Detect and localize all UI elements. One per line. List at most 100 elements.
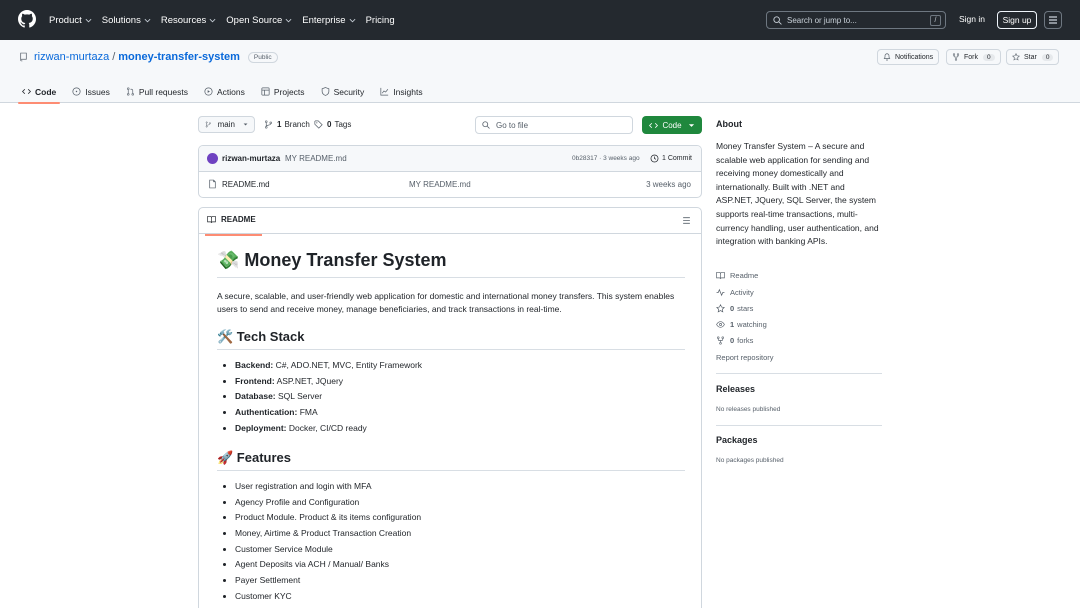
notifications-label: Notifications: [895, 53, 934, 61]
readme-link[interactable]: Readme: [716, 271, 758, 280]
avatar[interactable]: [207, 153, 218, 164]
tag-label: Tags: [334, 120, 352, 129]
search-icon: [773, 15, 782, 25]
nav-resources[interactable]: Resources: [161, 15, 216, 26]
report-repository-link[interactable]: Report repository: [716, 353, 774, 362]
sidebar-divider: [716, 425, 882, 426]
tab-label: Pull requests: [138, 86, 188, 97]
tab-insights[interactable]: Insights: [372, 80, 430, 103]
branches-link[interactable]: 1 Branch: [264, 120, 310, 129]
fork-button[interactable]: Fork 0: [946, 49, 1001, 65]
tab-label: Projects: [273, 86, 305, 97]
readme-tab[interactable]: README: [205, 215, 262, 236]
tab-actions[interactable]: Actions: [196, 80, 253, 103]
fork-icon: [717, 336, 724, 345]
nav-solutions[interactable]: Solutions: [102, 15, 151, 26]
tab-projects[interactable]: Projects: [253, 80, 313, 103]
nav-label: Enterprise: [302, 14, 346, 26]
packages-heading[interactable]: Packages: [716, 435, 758, 445]
nav-pricing[interactable]: Pricing: [366, 15, 395, 26]
readme-panel: README 💸 Money Transfer System A secure,…: [198, 207, 702, 608]
issue-icon: [72, 87, 81, 96]
commit-message-link[interactable]: MY README.md: [285, 154, 347, 163]
history-icon: [650, 154, 659, 163]
branch-name: main: [217, 120, 235, 129]
list-item: Product Module. Product & its items conf…: [235, 510, 421, 526]
readme-link-label: Readme: [730, 271, 759, 280]
go-to-file-input[interactable]: Go to file: [475, 116, 633, 134]
stars-link[interactable]: 0 stars: [716, 304, 753, 313]
forks-count: 0: [730, 336, 735, 345]
list-item: Deployment: Docker, CI/CD ready: [235, 421, 422, 437]
nav-enterprise[interactable]: Enterprise: [302, 15, 355, 26]
branch-label: Branch: [284, 120, 310, 129]
notifications-button[interactable]: Notifications: [877, 49, 940, 65]
stars-count: 0: [730, 304, 735, 313]
tab-label: Security: [333, 86, 365, 97]
eye-icon: [716, 321, 725, 328]
nav-product[interactable]: Product: [49, 15, 92, 26]
list-item: Frontend: ASP.NET, JQuery: [235, 374, 422, 390]
repo-owner-link[interactable]: rizwan-murtaza: [34, 51, 109, 63]
file-browser: rizwan-murtaza MY README.md 0b28317 · 3 …: [198, 145, 702, 198]
watching-count: 1: [730, 320, 735, 329]
tab-issues[interactable]: Issues: [64, 80, 118, 103]
chevron-down-icon: [144, 18, 151, 22]
list-item: Agent Deposits via ACH / Manual/ Banks: [235, 557, 421, 573]
list-item: Customer Service Module: [235, 542, 421, 558]
sign-in-link[interactable]: Sign in: [959, 14, 985, 24]
forks-link[interactable]: 0 forks: [716, 336, 753, 345]
nav-open-source[interactable]: Open Source: [226, 15, 292, 26]
commits-history-link[interactable]: 1 Commit: [650, 154, 692, 163]
code-dropdown-button[interactable]: Code: [642, 116, 702, 134]
sign-up-button[interactable]: Sign up: [997, 11, 1037, 29]
report-label: Report repository: [716, 353, 774, 362]
graph-icon: [380, 87, 389, 96]
releases-heading[interactable]: Releases: [716, 384, 755, 394]
search-input[interactable]: Search or jump to... /: [766, 11, 946, 29]
watching-link[interactable]: 1 watching: [716, 320, 767, 329]
github-logo-icon[interactable]: [18, 10, 36, 28]
list-item: Money, Airtime & Product Transaction Cre…: [235, 526, 421, 542]
fork-icon: [952, 53, 960, 61]
commit-author-link[interactable]: rizwan-murtaza: [222, 154, 280, 163]
star-button[interactable]: Star 0: [1006, 49, 1060, 65]
chevron-down-icon: [209, 18, 216, 22]
tags-link[interactable]: 0 Tags: [314, 120, 351, 129]
star-icon: [716, 304, 725, 313]
nav-label: Resources: [160, 14, 207, 26]
search-placeholder: Search or jump to...: [787, 15, 857, 25]
tab-label: Actions: [216, 86, 245, 97]
code-icon: [649, 122, 659, 128]
header-menu-button[interactable]: [1044, 11, 1062, 29]
repo-name-link[interactable]: money-transfer-system: [118, 51, 240, 63]
tab-pull-requests[interactable]: Pull requests: [118, 80, 196, 103]
fork-count: 0: [983, 53, 995, 61]
tag-count: 0: [327, 120, 332, 129]
tech-key: Database:: [235, 391, 276, 402]
pull-request-icon: [126, 87, 134, 96]
file-row[interactable]: README.md MY README.md 3 weeks ago: [199, 172, 701, 197]
tech-value: ASP.NET, JQuery: [276, 375, 344, 386]
tag-icon: [314, 120, 323, 129]
menu-icon: [1049, 16, 1057, 24]
tech-key: Authentication:: [235, 407, 298, 418]
caret-down-icon: [243, 123, 248, 126]
list-item: Agency Profile and Configuration: [235, 495, 421, 511]
bell-icon: [883, 53, 891, 61]
table-icon: [261, 87, 270, 96]
file-commit-message[interactable]: MY README.md: [409, 180, 471, 189]
branch-select-button[interactable]: main: [198, 116, 255, 133]
activity-link[interactable]: Activity: [716, 288, 754, 297]
repo-header: rizwan-murtaza / money-transfer-system P…: [0, 40, 1080, 104]
tab-code[interactable]: Code: [14, 80, 64, 104]
list-item: Authentication: FMA: [235, 405, 422, 421]
branch-count: 1: [277, 120, 282, 129]
tab-security[interactable]: Security: [313, 80, 373, 103]
file-name-link[interactable]: README.md: [222, 180, 270, 189]
chevron-down-icon: [349, 18, 355, 22]
code-button-label: Code: [662, 120, 682, 130]
commit-sha-time[interactable]: 0b28317 · 3 weeks ago: [572, 155, 640, 162]
list-icon[interactable]: [682, 216, 691, 225]
tech-key: Deployment:: [235, 422, 287, 433]
